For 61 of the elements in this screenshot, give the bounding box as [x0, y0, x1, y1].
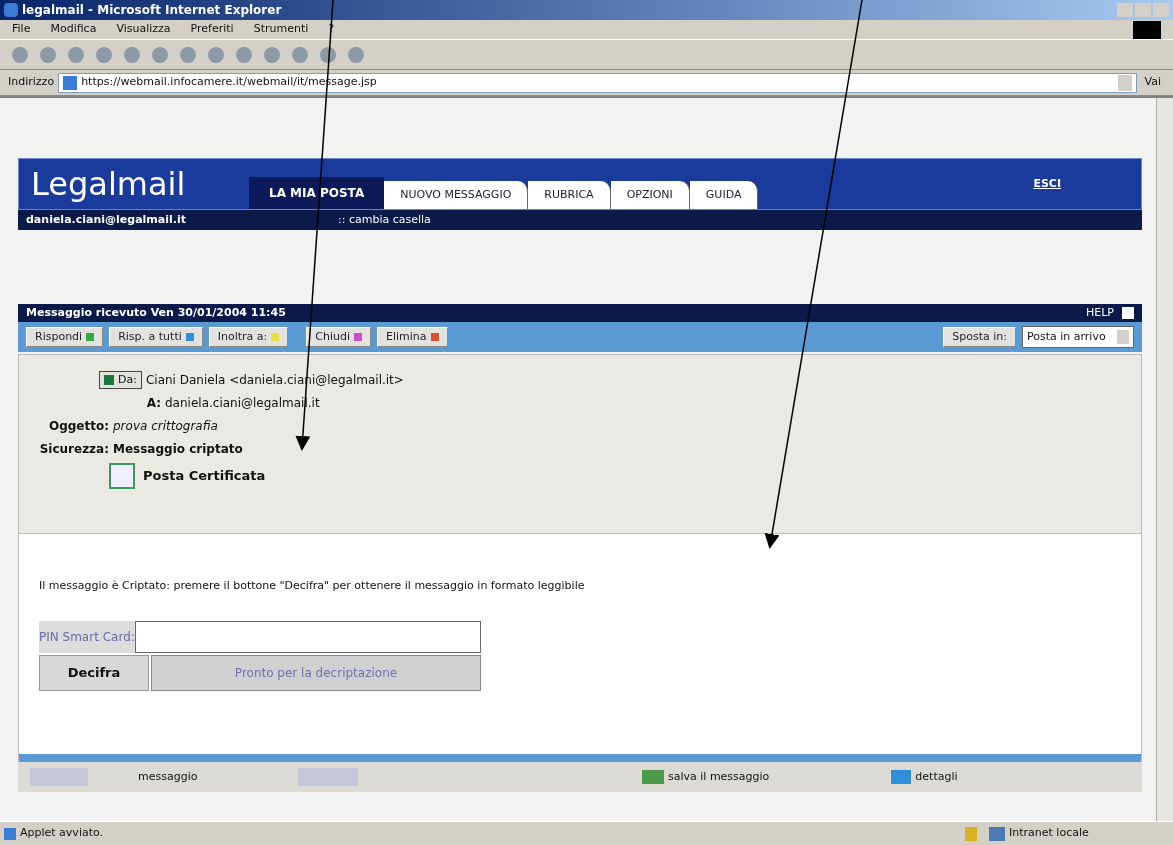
dropdown-icon[interactable] — [1117, 74, 1132, 91]
nav-tab[interactable]: GUIDA — [689, 181, 759, 209]
restore-button[interactable] — [1135, 3, 1151, 17]
zone-label: Intranet locale — [1009, 825, 1090, 842]
ie-icon — [4, 3, 18, 17]
details-icon[interactable] — [891, 770, 912, 784]
save-icon[interactable] — [642, 770, 664, 784]
help-link[interactable]: HELP — [1086, 304, 1114, 322]
minimize-button[interactable] — [1117, 3, 1133, 17]
action-button[interactable]: Elimina — [377, 327, 448, 347]
action-button[interactable]: Risp. a tutti — [109, 327, 203, 347]
nav-tab[interactable]: LA MIA POSTA — [249, 177, 385, 209]
window-title: legalmail - Microsoft Internet Explorer — [22, 2, 282, 19]
certificate-icon — [109, 463, 135, 489]
scrollbar[interactable] — [1156, 98, 1173, 821]
user-email: daniela.ciani@legalmail.it — [26, 211, 187, 228]
encryption-notice: Il messaggio è Criptato: premere il bottone "Decifra" per ottenere il messaggio in formato leggibile — [39, 578, 586, 594]
pin-input-field[interactable] — [134, 620, 481, 653]
nav-tab[interactable]: NUOVO MESSAGGIO — [384, 181, 529, 209]
help-icon[interactable] — [1122, 307, 1134, 319]
first-prev-buttons[interactable] — [30, 768, 88, 786]
decrypt-button[interactable]: Decifra — [39, 654, 149, 691]
menu-item[interactable]: Visualizza — [116, 21, 171, 38]
field-label: A: — [145, 395, 161, 412]
field-label: Sicurezza: — [38, 441, 109, 458]
move-to-button[interactable]: Sposta in: — [943, 327, 1016, 347]
address-label: Indirizzo — [8, 74, 55, 91]
lock-icon — [965, 826, 977, 841]
status-text: Applet avviato. — [20, 825, 104, 842]
nav-tab[interactable]: RUBRICA — [528, 181, 611, 209]
action-button[interactable]: Rispondi — [26, 327, 104, 347]
action-button[interactable]: Inoltra a: — [208, 327, 289, 347]
site-logo: Legalmail — [30, 164, 187, 205]
certified-mail-label: Posta Certificata — [143, 467, 266, 486]
decrypt-status-field: Pronto per la decriptazione — [151, 654, 481, 691]
change-mailbox-link[interactable]: :: cambia casella — [338, 211, 431, 229]
nav-tab[interactable]: OPZIONI — [610, 181, 690, 209]
menu-item[interactable]: Strumenti — [253, 21, 309, 38]
folder-select[interactable]: Posta in arrivo — [1022, 326, 1134, 348]
dropdown-icon — [1117, 330, 1129, 344]
go-button[interactable]: Vai — [1140, 74, 1165, 91]
action-button[interactable]: Chiudi — [306, 327, 372, 347]
logout-link[interactable]: ESCI — [1033, 175, 1061, 193]
details-link[interactable]: dettagli — [915, 768, 958, 786]
menu-item[interactable]: Modifica — [50, 21, 97, 38]
subject: prova crittografia — [113, 418, 218, 435]
security-status: Messaggio criptato — [113, 441, 243, 458]
from-button[interactable]: Da: — [99, 371, 142, 389]
nav-label: messaggio — [138, 768, 199, 785]
close-button[interactable] — [1153, 3, 1169, 17]
page-icon — [63, 75, 78, 90]
next-last-buttons[interactable] — [298, 768, 358, 786]
save-icon — [104, 375, 114, 385]
menu-item[interactable]: File — [12, 21, 31, 38]
save-message-link[interactable]: salva il messaggio — [668, 768, 770, 786]
intranet-icon — [989, 826, 1005, 841]
field-label: Oggetto: — [47, 418, 109, 435]
page-icon — [4, 827, 16, 840]
message-title: Messaggio ricevuto Ven 30/01/2004 11:45 — [26, 304, 286, 321]
menu-item[interactable]: Preferiti — [190, 21, 234, 38]
pin-label: PIN Smart Card: — [39, 620, 135, 653]
